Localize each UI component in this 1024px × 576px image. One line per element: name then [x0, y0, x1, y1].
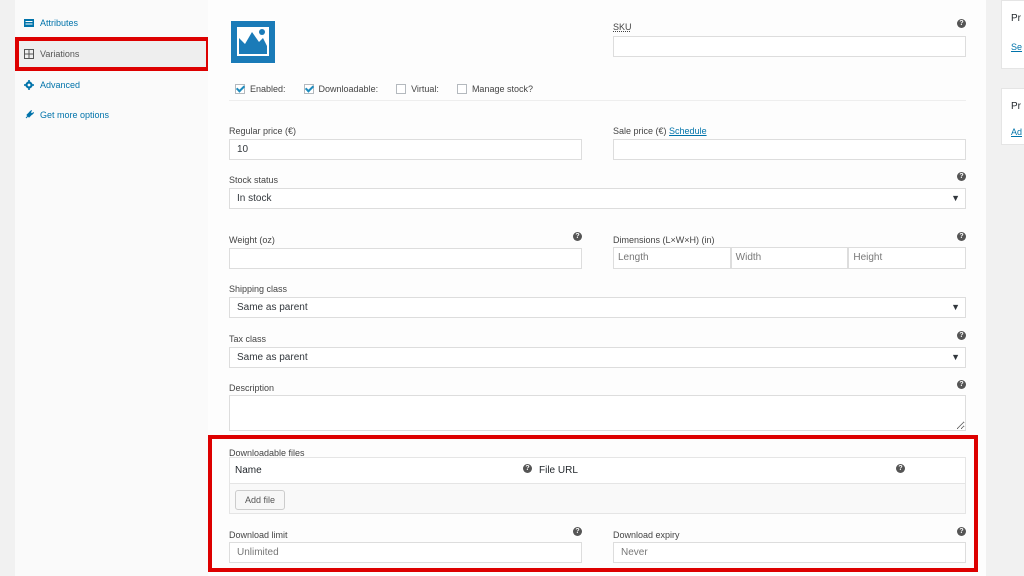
manage-stock-checkbox-item[interactable]: Manage stock? [456, 84, 533, 94]
enabled-checkbox[interactable] [235, 84, 245, 94]
right-box-1: Pr Se [1001, 0, 1024, 69]
variation-image-button[interactable] [231, 20, 275, 64]
shipping-class-label: Shipping class [229, 284, 288, 294]
sidebar-item-advanced[interactable]: Advanced [15, 72, 208, 98]
right-sidebar: Pr Se Pr Ad [1001, 0, 1024, 576]
right-box-2-link[interactable]: Ad [1011, 127, 1022, 137]
downloadable-checkbox-label: Downloadable: [318, 84, 379, 94]
width-input[interactable]: Width [730, 247, 849, 269]
description-textarea[interactable] [229, 395, 966, 431]
right-box-1-heading: Pr [1011, 13, 1021, 24]
right-box-2: Pr Ad [1001, 88, 1024, 145]
sale-price-label: Sale price (€) Schedule [613, 126, 707, 136]
sidebar-item-label: Attributes [40, 18, 79, 28]
product-data-tabs: Attributes Variations Advanced Get more … [15, 0, 209, 576]
stock-status-label: Stock status [229, 175, 279, 185]
description-help-icon[interactable]: ? [957, 380, 966, 389]
length-input[interactable]: Length [613, 247, 731, 269]
sidebar-item-attributes[interactable]: Attributes [15, 10, 208, 36]
shipping-class-select[interactable]: Same as parent ▼ [229, 297, 966, 318]
sku-label: SKU [613, 22, 632, 32]
downloadable-checkbox-item[interactable]: Downloadable: [303, 84, 379, 94]
height-input[interactable]: Height [848, 247, 967, 269]
sidebar-item-get-more-options[interactable]: Get more options [15, 102, 208, 128]
downloadable-checkbox[interactable] [303, 84, 314, 94]
enabled-checkbox-label: Enabled: [250, 84, 286, 94]
variation-options-row: Enabled: Downloadable: Virtual: Manage s… [229, 80, 545, 98]
regular-price-input[interactable]: 10 [229, 139, 582, 160]
virtual-checkbox-item[interactable]: Virtual: [396, 84, 439, 94]
sidebar-item-label: Advanced [40, 80, 81, 90]
options-divider [229, 100, 966, 101]
weight-input[interactable] [229, 248, 582, 269]
image-placeholder-icon [231, 20, 275, 64]
shipping-class-value: Same as parent [237, 302, 308, 313]
stock-status-select[interactable]: In stock ▼ [229, 188, 966, 209]
sku-input[interactable] [613, 36, 966, 57]
regular-price-label: Regular price (€) [229, 126, 297, 136]
stock-status-help-icon[interactable]: ? [957, 172, 966, 181]
tax-class-help-icon[interactable]: ? [957, 331, 966, 340]
dimensions-inputs: Length Width Height [613, 247, 967, 269]
tax-class-value: Same as parent [237, 352, 308, 363]
tax-class-label: Tax class [229, 334, 267, 344]
stock-status-value: In stock [237, 193, 272, 204]
sale-price-input[interactable] [613, 139, 966, 160]
dropdown-arrow-icon: ▼ [951, 302, 960, 312]
description-label: Description [229, 383, 275, 393]
downloads-highlight-box [208, 435, 978, 572]
virtual-checkbox-label: Virtual: [411, 84, 439, 94]
tax-class-select[interactable]: Same as parent ▼ [229, 347, 966, 368]
dropdown-arrow-icon: ▼ [951, 193, 960, 203]
dimensions-label: Dimensions (L×W×H) (in) [613, 235, 715, 245]
manage-stock-checkbox[interactable] [456, 84, 467, 94]
weight-label: Weight (oz) [229, 235, 275, 245]
sidebar-item-label: Get more options [40, 110, 110, 120]
manage-stock-checkbox-label: Manage stock? [471, 84, 533, 94]
right-box-2-heading: Pr [1011, 101, 1021, 112]
schedule-link[interactable]: Schedule [669, 126, 707, 136]
sale-price-label-text: Sale price (€) [613, 126, 667, 136]
sku-help-icon[interactable]: ? [957, 19, 966, 28]
variations-highlight-box [15, 37, 210, 71]
enabled-checkbox-item[interactable]: Enabled: [235, 84, 286, 94]
right-box-1-link[interactable]: Se [1011, 42, 1022, 52]
dropdown-arrow-icon: ▼ [951, 352, 960, 362]
gear-icon [24, 80, 34, 90]
dimensions-help-icon[interactable]: ? [957, 232, 966, 241]
plugin-icon [25, 110, 34, 119]
virtual-checkbox[interactable] [396, 84, 407, 94]
weight-help-icon[interactable]: ? [573, 232, 582, 241]
list-icon [24, 19, 34, 27]
